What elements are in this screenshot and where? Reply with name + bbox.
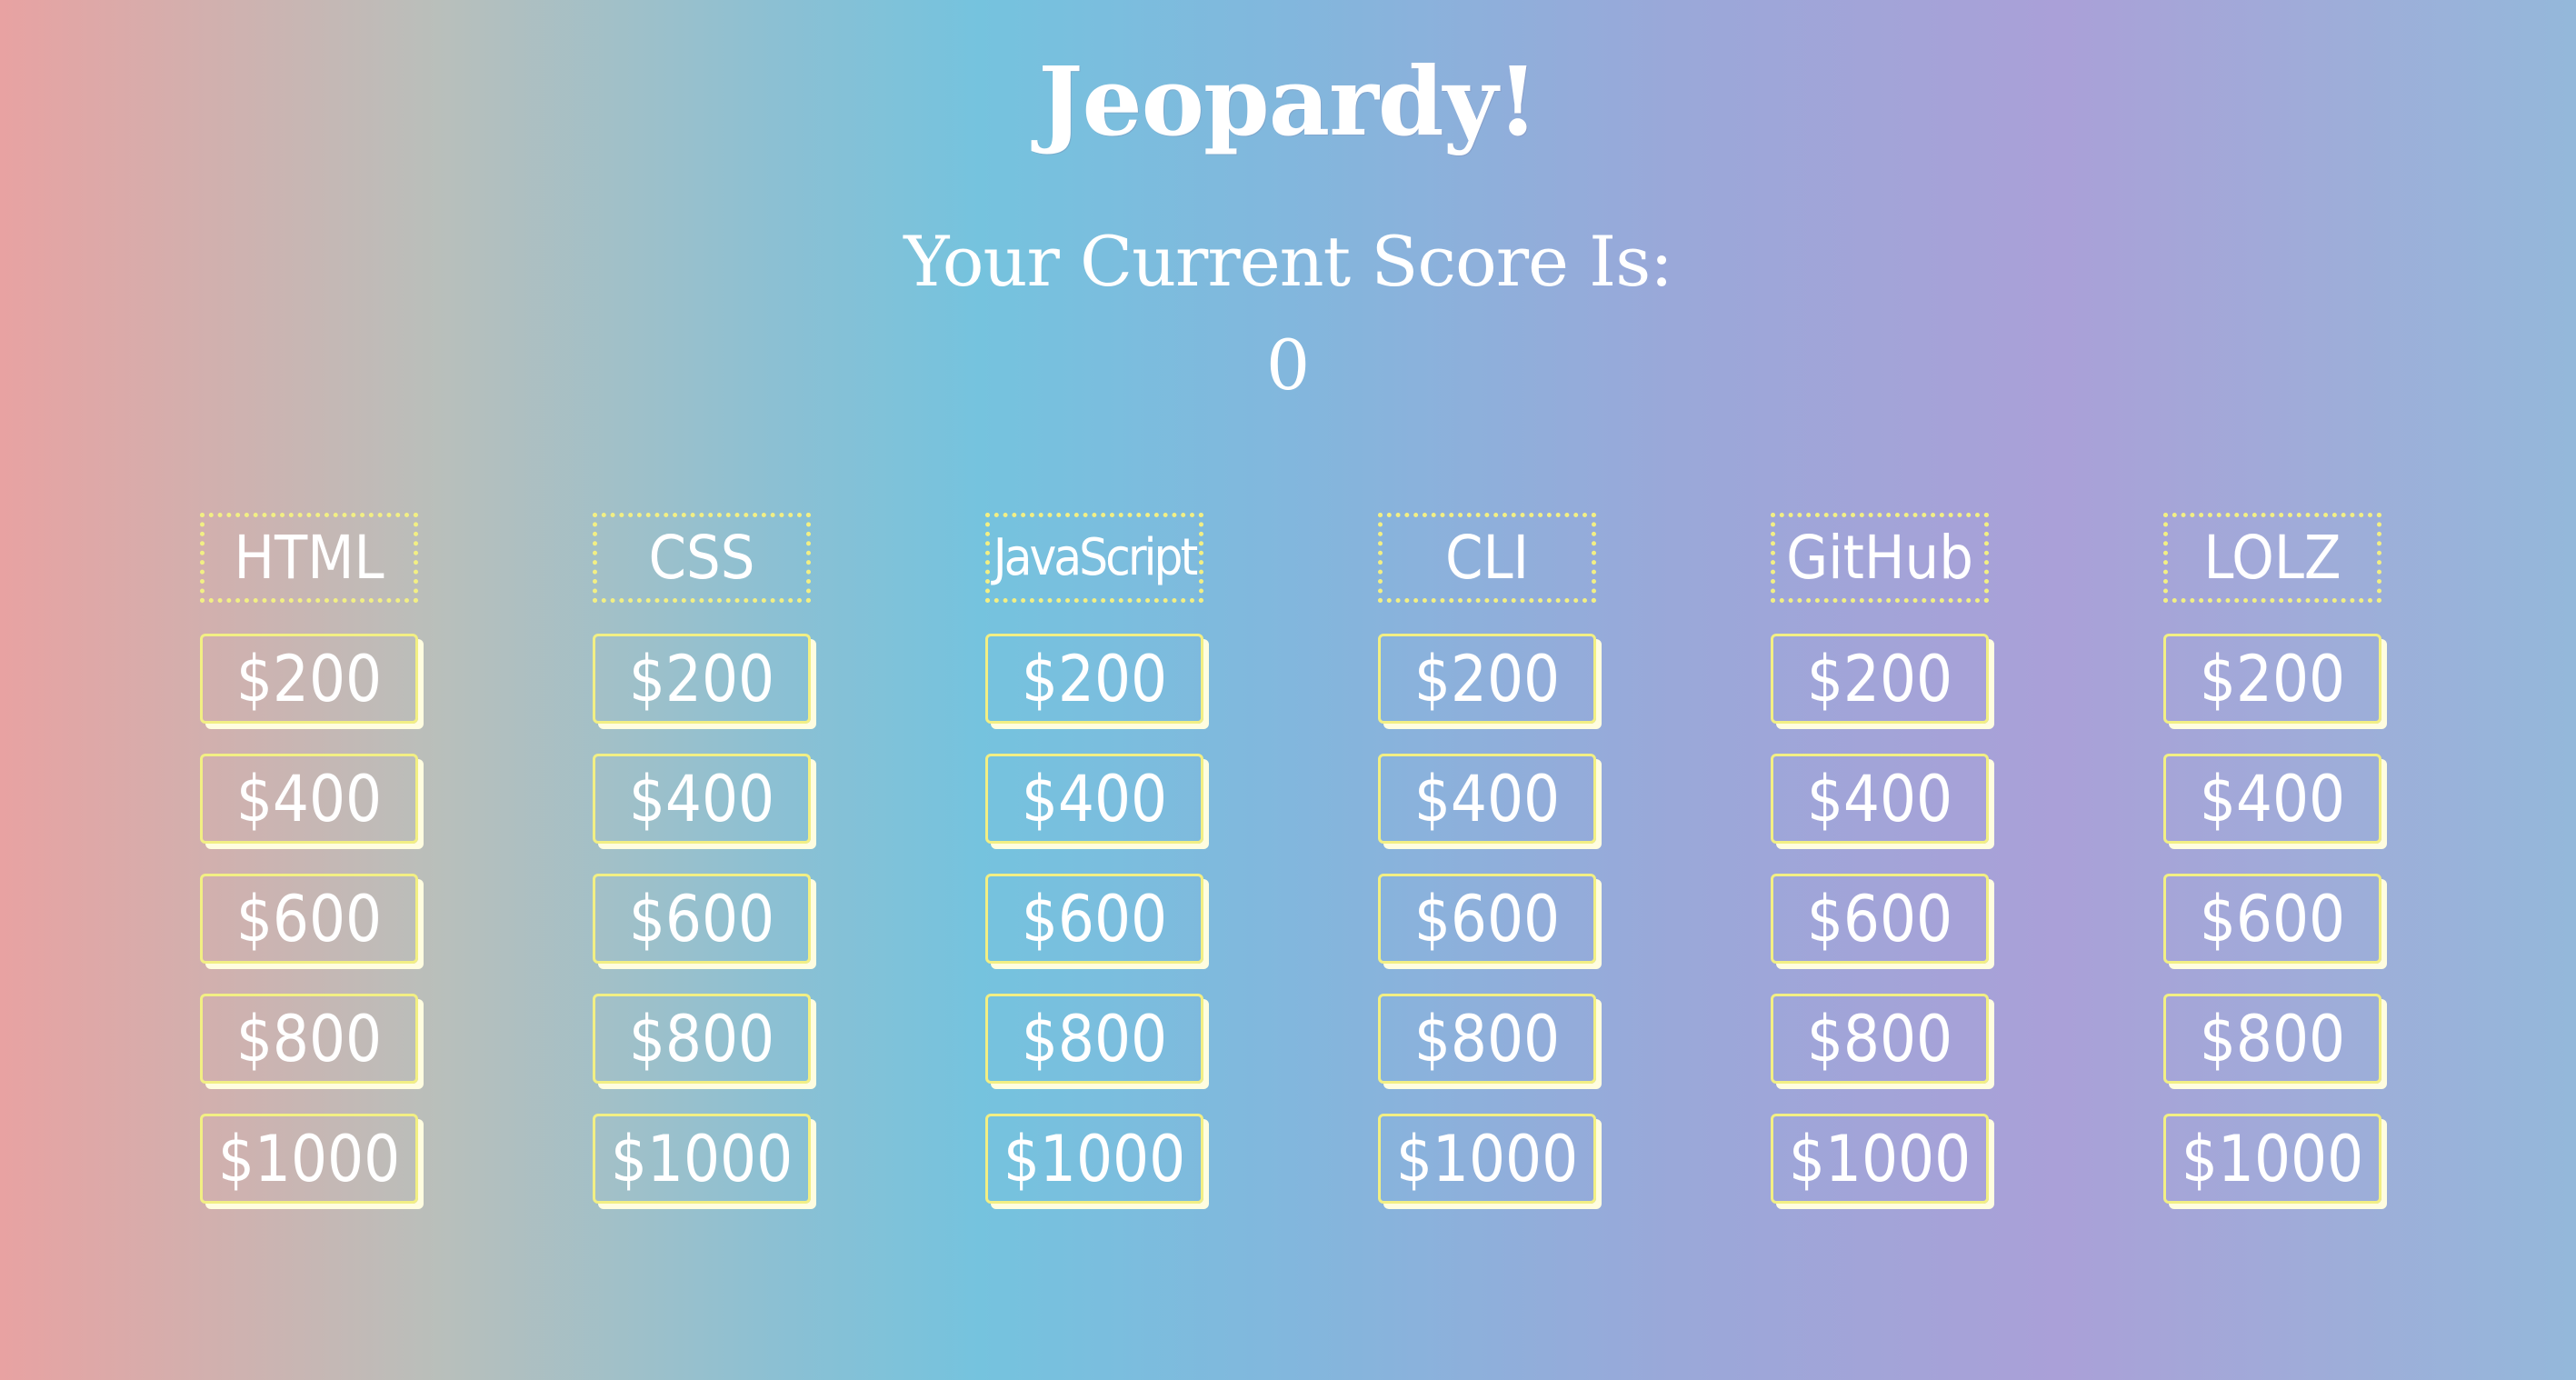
question-tile[interactable]: $1000 xyxy=(2163,1114,2381,1204)
category-header: JavaScript xyxy=(985,513,1203,603)
question-tile[interactable]: $800 xyxy=(593,994,811,1084)
category-column-javascript: JavaScript $200 $400 $600 $800 $1000 xyxy=(985,513,1207,1204)
category-column-css: CSS $200 $400 $600 $800 $1000 xyxy=(593,513,814,1204)
question-tile[interactable]: $800 xyxy=(2163,994,2381,1084)
category-header: GitHub xyxy=(1771,513,1989,603)
question-tile[interactable]: $200 xyxy=(985,634,1203,724)
question-tile[interactable]: $200 xyxy=(593,634,811,724)
question-tile[interactable]: $600 xyxy=(200,874,418,964)
category-column-html: HTML $200 $400 $600 $800 $1000 xyxy=(200,513,422,1204)
question-tile[interactable]: $200 xyxy=(1378,634,1596,724)
category-column-cli: CLI $200 $400 $600 $800 $1000 xyxy=(1378,513,1600,1204)
question-tile[interactable]: $400 xyxy=(1771,754,1989,844)
question-tile[interactable]: $400 xyxy=(2163,754,2381,844)
category-header: HTML xyxy=(200,513,418,603)
question-tile[interactable]: $1000 xyxy=(1378,1114,1596,1204)
category-header: CSS xyxy=(593,513,811,603)
question-tile[interactable]: $600 xyxy=(1771,874,1989,964)
question-tile[interactable]: $800 xyxy=(1378,994,1596,1084)
question-tile[interactable]: $600 xyxy=(593,874,811,964)
question-tile[interactable]: $1000 xyxy=(1771,1114,1989,1204)
category-header: LOLZ xyxy=(2163,513,2381,603)
game-board: HTML $200 $400 $600 $800 $1000 CSS $200 … xyxy=(0,0,2576,1380)
question-tile[interactable]: $800 xyxy=(200,994,418,1084)
question-tile[interactable]: $1000 xyxy=(985,1114,1203,1204)
question-tile[interactable]: $800 xyxy=(1771,994,1989,1084)
question-tile[interactable]: $600 xyxy=(985,874,1203,964)
category-column-lolz: LOLZ $200 $400 $600 $800 $1000 xyxy=(2163,513,2385,1204)
question-tile[interactable]: $200 xyxy=(1771,634,1989,724)
question-tile[interactable]: $600 xyxy=(2163,874,2381,964)
category-header: CLI xyxy=(1378,513,1596,603)
question-tile[interactable]: $200 xyxy=(200,634,418,724)
question-tile[interactable]: $400 xyxy=(1378,754,1596,844)
question-tile[interactable]: $600 xyxy=(1378,874,1596,964)
question-tile[interactable]: $800 xyxy=(985,994,1203,1084)
question-tile[interactable]: $1000 xyxy=(593,1114,811,1204)
question-tile[interactable]: $400 xyxy=(200,754,418,844)
question-tile[interactable]: $400 xyxy=(985,754,1203,844)
question-tile[interactable]: $1000 xyxy=(200,1114,418,1204)
question-tile[interactable]: $400 xyxy=(593,754,811,844)
category-column-github: GitHub $200 $400 $600 $800 $1000 xyxy=(1771,513,1992,1204)
question-tile[interactable]: $200 xyxy=(2163,634,2381,724)
